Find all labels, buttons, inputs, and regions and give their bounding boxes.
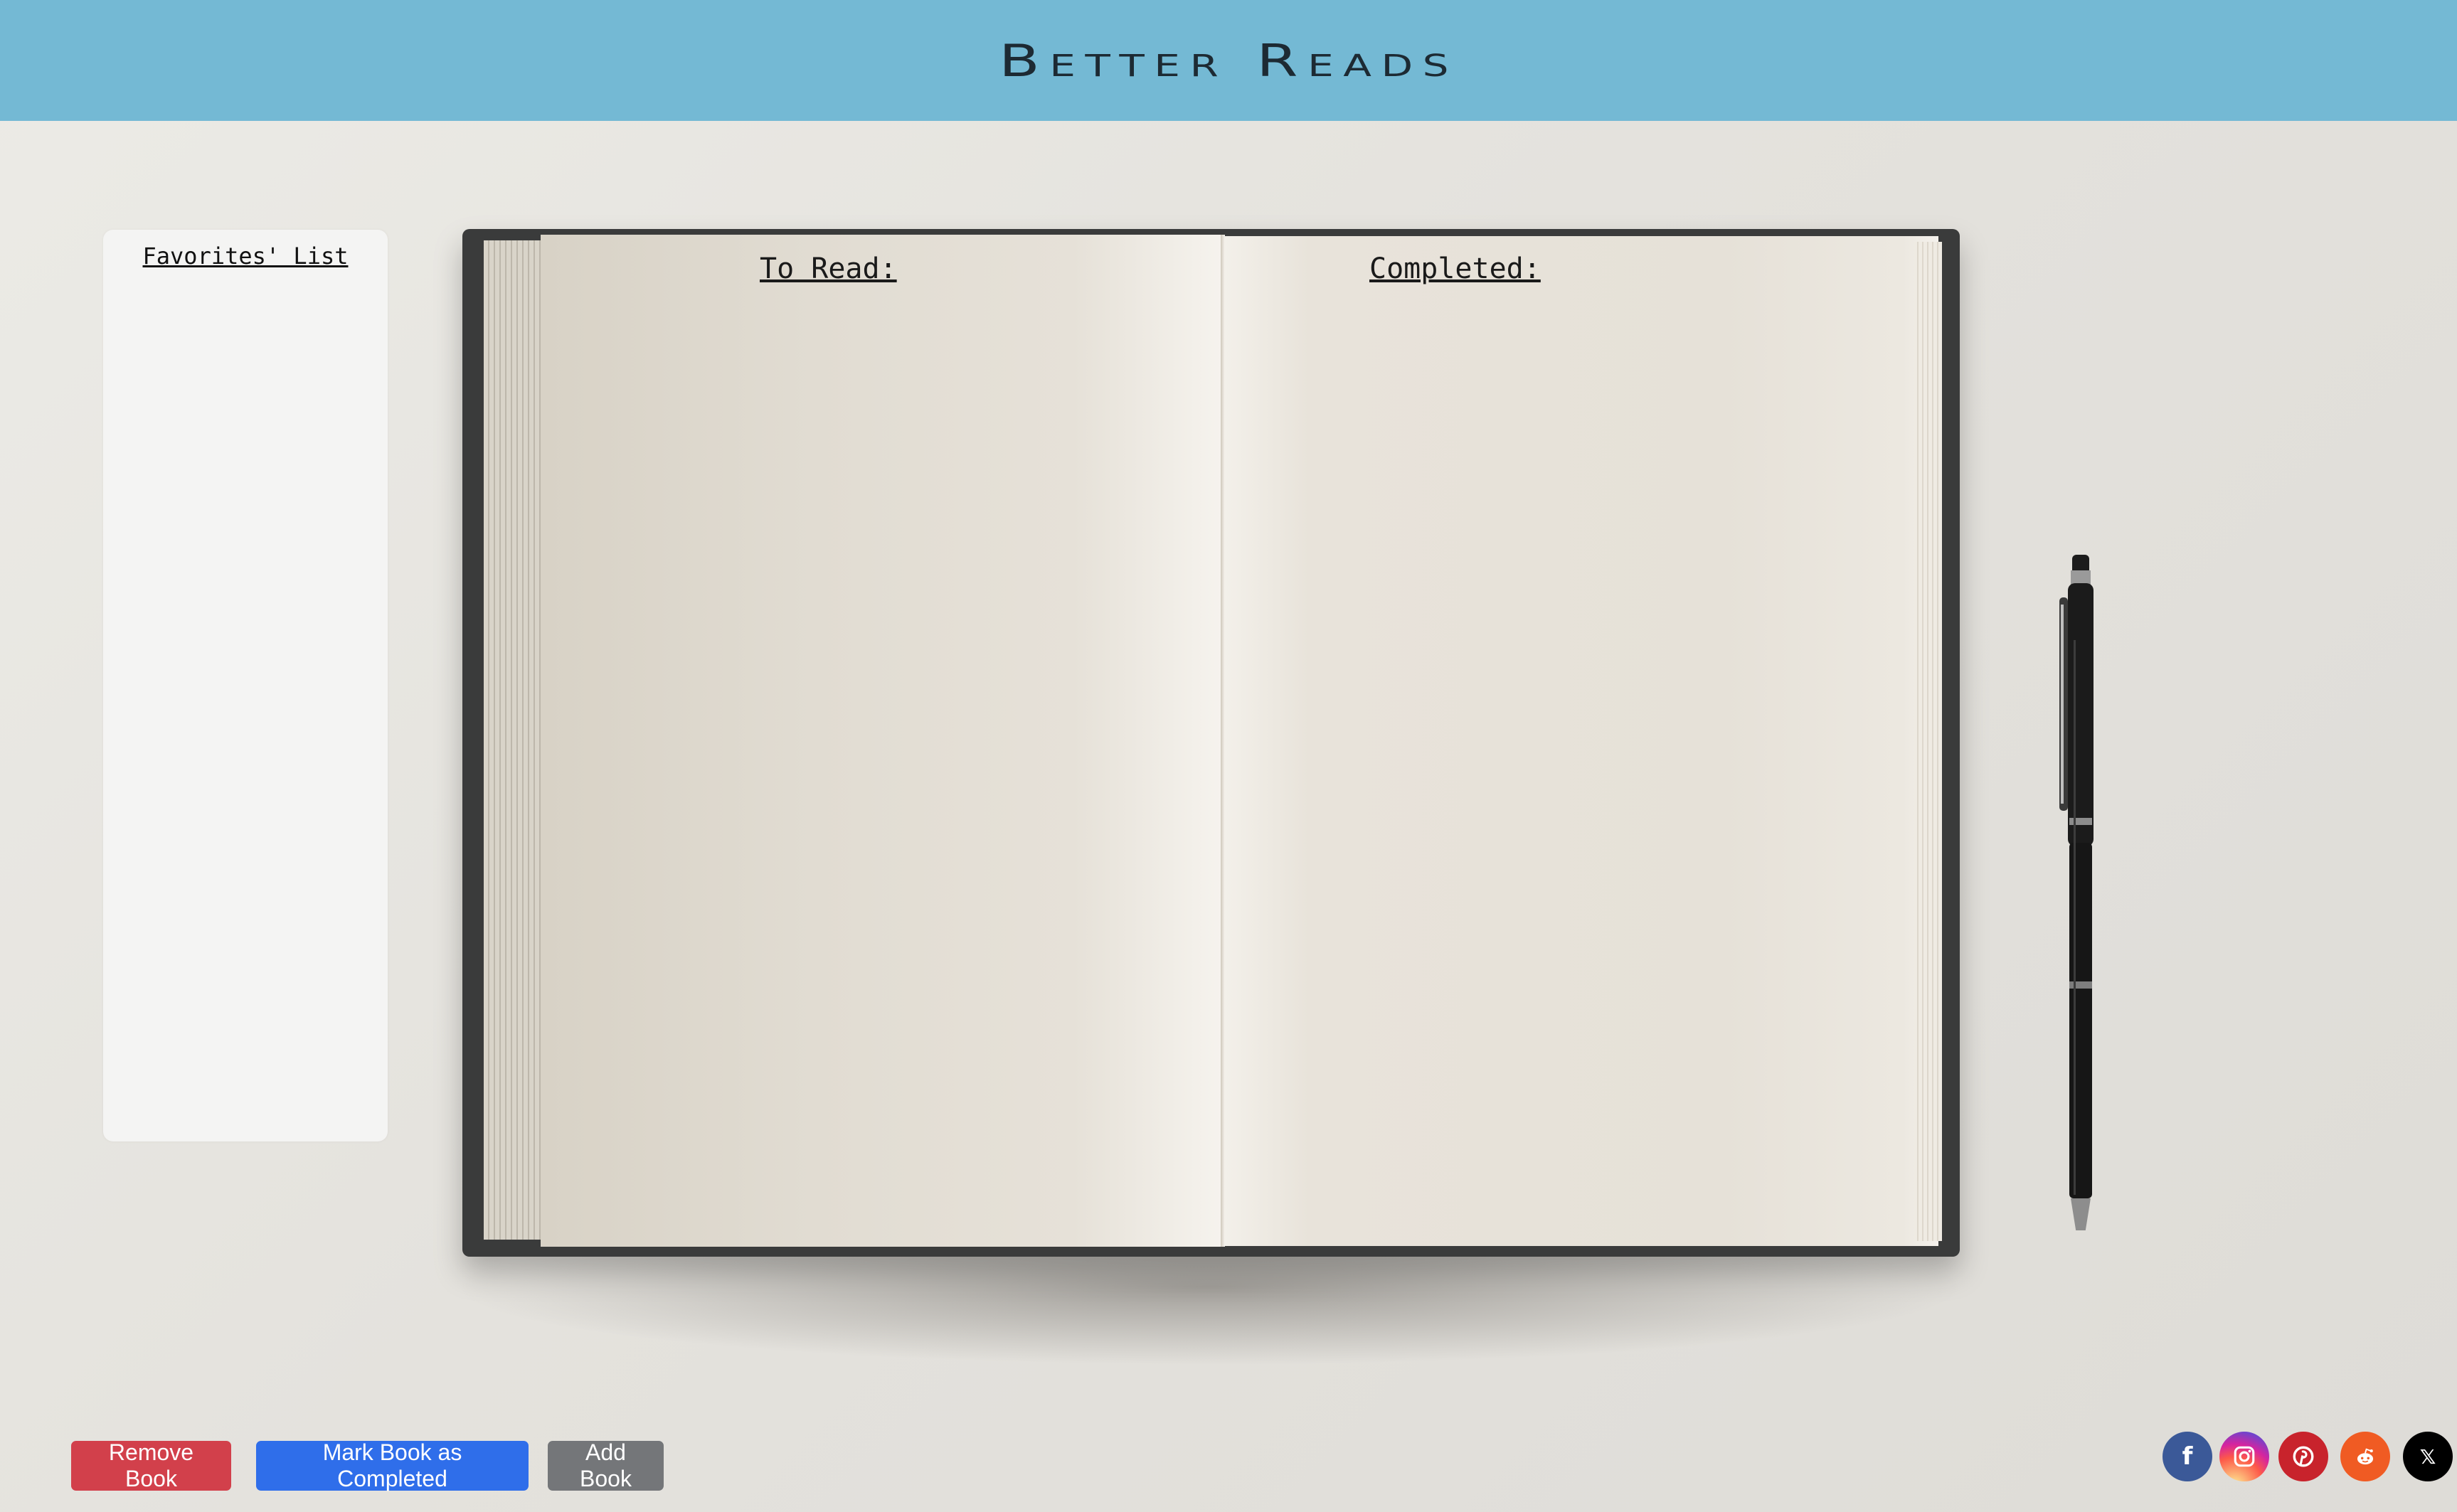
x-icon[interactable]: 𝕏 (2403, 1432, 2453, 1481)
favorites-title: Favorites' List (142, 243, 349, 270)
to-read-heading: To Read: (760, 252, 897, 285)
notebook-spine (1221, 235, 1225, 1247)
mark-completed-button[interactable]: Mark Book as Completed (256, 1439, 529, 1491)
add-book-button[interactable]: Add Book (548, 1439, 664, 1491)
to-read-page (541, 235, 1224, 1247)
completed-heading: Completed: (1369, 252, 1541, 285)
notebook-page-stack (484, 240, 548, 1240)
app-header: Better Reads (0, 0, 2457, 121)
remove-book-button[interactable]: Remove Book (71, 1439, 231, 1491)
facebook-icon[interactable]: f (2163, 1432, 2212, 1481)
brand-title: Better Reads (999, 34, 1458, 87)
instagram-icon[interactable] (2219, 1432, 2269, 1481)
notebook-page-edge (1914, 242, 1942, 1241)
completed-page (1224, 236, 1938, 1246)
pinterest-icon[interactable] (2278, 1432, 2328, 1481)
reddit-icon[interactable] (2340, 1432, 2390, 1481)
favorites-panel: Favorites' List (103, 230, 388, 1141)
pen-image (2059, 555, 2094, 1230)
